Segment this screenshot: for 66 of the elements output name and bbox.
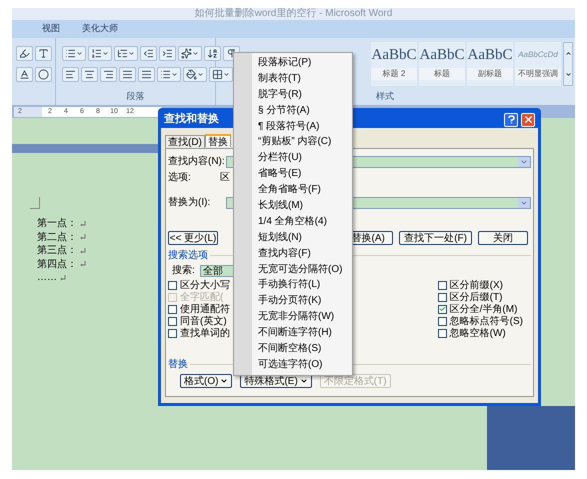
checkbox-label: 同音(英文) (180, 314, 227, 326)
style-tile[interactable]: AaBbCcDd 不明显强调 (515, 42, 561, 86)
menu-item[interactable]: 长划线(M) (252, 198, 342, 214)
style-label: 标题 2 (371, 68, 417, 80)
group-label: 段落 (126, 90, 144, 102)
checkbox-label: 忽略空格(W) (450, 326, 506, 340)
ribbon-tab[interactable]: 视图 (40, 22, 62, 36)
dialog-title: 查找和替换 (164, 112, 219, 128)
menu-item[interactable]: 手动换行符(L) (252, 277, 342, 294)
style-label: 不明显强调 (515, 68, 561, 80)
style-preview: AaBbC (420, 46, 464, 65)
menu-item[interactable]: 手动分页符(K) (252, 293, 342, 310)
dialog-button[interactable]: 关闭 (478, 231, 528, 245)
menu-item[interactable]: 无宽可选分隔符(O) (252, 262, 342, 278)
checkbox-label: 忽略标点符号(S) (450, 314, 523, 328)
menu-item[interactable]: 段落标记(P) (252, 55, 342, 71)
menu-item[interactable]: 全角省略号(F) (252, 182, 342, 198)
menu-item[interactable]: 1/4 全角空格(4) (252, 214, 342, 230)
menu-item[interactable]: 不间断连字符(H) (252, 325, 342, 342)
style-preview: AaBbCcDd (518, 49, 558, 61)
window-title: 如何批量删除word里的空行 - Microsoft Word (194, 8, 392, 20)
style-preview: AaBbC (372, 46, 416, 65)
menu-item[interactable]: 脱字号(R) (252, 86, 342, 103)
less-button[interactable]: << 更少(L) (168, 231, 218, 245)
checkbox-label: 使用通配符 (180, 302, 230, 316)
menu-item[interactable]: “剪贴板” 内容(C) (252, 134, 342, 150)
menu-item[interactable]: 无宽非分隔符(W) (252, 309, 342, 326)
dialog-tab[interactable]: 替换 (204, 134, 231, 147)
section-title: 替换 (168, 358, 188, 372)
document-text: 第一点： (37, 216, 77, 232)
dialog-tab[interactable]: 查找(D) (165, 135, 205, 148)
checkbox-label: 区分后缀(T) (450, 290, 502, 302)
style-tile[interactable]: AaBbC 标题 (419, 42, 465, 86)
format-button[interactable]: 格式(O) (180, 374, 232, 388)
document-text: …… (37, 271, 57, 286)
checkbox-label: 区分大小写 (180, 278, 230, 292)
menu-item[interactable]: ¶ 段落符号(A) (252, 118, 342, 134)
replace-label: 替换为(I): (168, 196, 212, 210)
menu-item[interactable]: 不间断空格(S) (252, 341, 342, 357)
menu-item[interactable]: 省略号(E) (252, 166, 342, 182)
checkbox-label: 区分全/半角(M) (450, 302, 518, 316)
group-label: 样式 (376, 90, 395, 102)
menu-item[interactable]: 制表符(T) (252, 70, 342, 87)
search-label: 搜索: (172, 264, 196, 278)
menu-item[interactable]: 可选连字符(O) (252, 356, 342, 373)
find-label: 查找内容(N): (168, 154, 226, 169)
menu-item[interactable]: 短划线(N) (252, 230, 342, 246)
menu-item[interactable]: § 分节符(A) (252, 102, 342, 119)
options-label: 选项: (168, 170, 192, 184)
section-title: 搜索选项 (168, 248, 208, 263)
style-label: 标题 (419, 68, 465, 80)
style-preview: AaBbC (468, 46, 512, 65)
options-value: 区 (220, 170, 230, 184)
document-text: 第四点： (37, 258, 77, 272)
checkbox-label: 全字匹配( (180, 290, 224, 302)
style-tile[interactable]: AaBbC 标题 2 (371, 42, 417, 86)
dialog-button[interactable]: 查找下一处(F) (399, 231, 472, 245)
ribbon-tab[interactable]: 美化大师 (80, 22, 120, 36)
document-text: 第三点： (37, 244, 77, 258)
checkbox-label: 查找单词的 (180, 326, 230, 340)
style-tile[interactable]: AaBbC 副标题 (467, 42, 513, 86)
style-label: 副标题 (467, 68, 513, 80)
checkbox-label: 区分前缀(X) (450, 278, 503, 292)
menu-item[interactable]: 分栏符(U) (252, 150, 342, 166)
menu-item[interactable]: 查找内容(F) (252, 246, 342, 262)
document-text: 第二点： (37, 230, 77, 244)
